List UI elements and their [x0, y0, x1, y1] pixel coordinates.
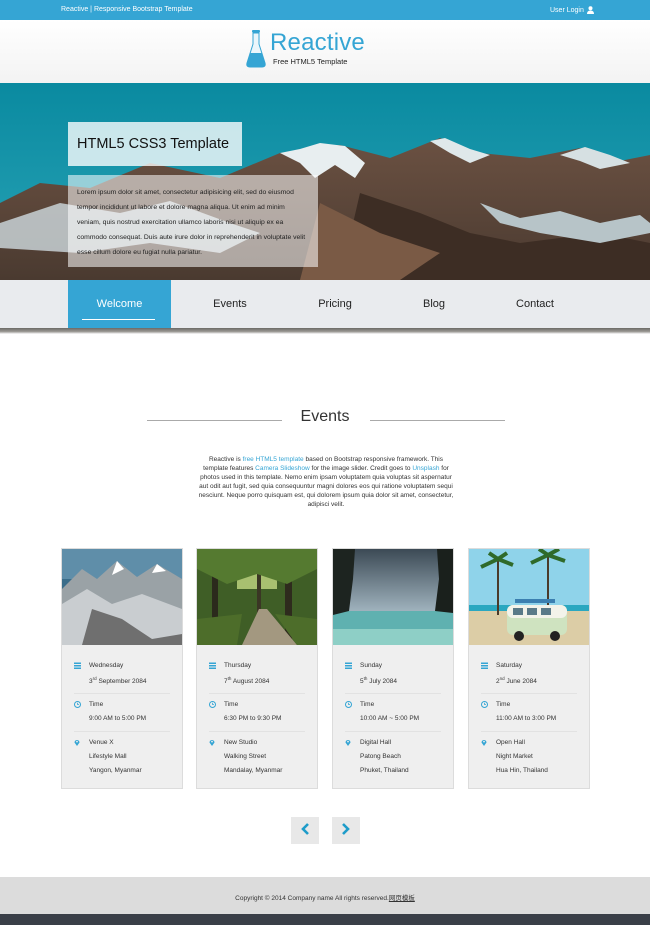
clock-icon: [345, 701, 352, 710]
date-month-year: September 2084: [96, 678, 147, 685]
sea-cliffs-photo: [333, 549, 453, 645]
footer-link[interactable]: 网页模板: [389, 895, 415, 902]
hero-title-box: HTML5 CSS3 Template: [68, 122, 242, 166]
divider: [481, 693, 577, 694]
events-description: Reactive is free HTML5 template based on…: [196, 455, 456, 510]
forest-path-photo: [197, 549, 317, 645]
hero-text: Lorem ipsum dolor sit amet, consectetur …: [68, 175, 318, 267]
calendar-icon: [345, 662, 352, 671]
event-day: Wednesday: [89, 662, 124, 669]
place: Night Market: [496, 753, 533, 760]
venue: Digital Hall: [360, 739, 392, 746]
event-card: Thursday 7th August 2084 Time 6:30 PM to…: [196, 548, 318, 789]
clock-icon: [481, 701, 488, 710]
calendar-icon: [209, 662, 216, 671]
time-value: 6:30 PM to 9:30 PM: [224, 715, 282, 722]
map-pin-icon: [345, 739, 351, 748]
brand-logo[interactable]: Reactive Free HTML5 Template: [246, 30, 365, 68]
divider: [74, 693, 170, 694]
place: Lifestyle Mall: [89, 753, 127, 760]
city: Phuket, Thailand: [360, 767, 409, 774]
footer: Copyright © 2014 Company name All rights…: [0, 877, 650, 914]
map-pin-icon: [481, 739, 487, 748]
event-card: Sunday 5th July 2084 Time 10:00 AM ~ 5:0…: [332, 548, 454, 789]
venue: Venue X: [89, 739, 114, 746]
bottom-bar: [0, 914, 650, 925]
chevron-left-icon: [300, 822, 310, 840]
unsplash-link[interactable]: Unsplash: [412, 465, 439, 472]
divider: [74, 731, 170, 732]
event-card: Wednesday 3rd September 2084 Time 9:00 A…: [61, 548, 183, 789]
main-nav: Welcome Events Pricing Blog Contact: [0, 280, 650, 328]
site-title: Reactive | Responsive Bootstrap Template: [61, 6, 193, 13]
time-value: 9:00 AM to 5:00 PM: [89, 715, 147, 722]
brand-name: Reactive: [270, 29, 365, 56]
time-label: Time: [224, 701, 239, 708]
date-month-year: July 2084: [367, 678, 398, 685]
event-full-date: 5th July 2084: [360, 676, 397, 685]
divider: [209, 693, 305, 694]
event-day: Thursday: [224, 662, 252, 669]
copyright-text: Copyright © 2014 Company name All rights…: [235, 895, 389, 902]
nav-welcome[interactable]: Welcome: [68, 280, 171, 328]
event-day: Saturday: [496, 662, 523, 669]
nav-blog[interactable]: Blog: [394, 280, 474, 328]
desc-text: for the image slider. Credit goes to: [309, 465, 413, 473]
event-card: Saturday 2nd June 2084 Time 11:00 AM to …: [468, 548, 590, 789]
time-value: 10:00 AM ~ 5:00 PM: [360, 715, 420, 722]
calendar-icon: [74, 662, 81, 671]
site-header: Reactive Free HTML5 Template: [0, 20, 650, 83]
date-month-year: August 2084: [231, 678, 270, 685]
nav-events[interactable]: Events: [190, 280, 270, 328]
events-heading: Events: [300, 408, 350, 425]
venue: Open Hall: [496, 739, 525, 746]
heading-line-right: [370, 420, 505, 421]
city: Mandalay, Myanmar: [224, 767, 283, 774]
time-value: 11:00 AM to 3:00 PM: [496, 715, 557, 722]
hero-title: HTML5 CSS3 Template: [77, 136, 230, 152]
city: Yangon, Myanmar: [89, 767, 142, 774]
clock-icon: [74, 701, 81, 710]
time-label: Time: [89, 701, 104, 708]
map-pin-icon: [74, 739, 80, 748]
date-month-year: June 2084: [504, 678, 537, 685]
event-full-date: 7th August 2084: [224, 676, 269, 685]
city: Hua Hin, Thailand: [496, 767, 548, 774]
desc-text: Reactive is: [208, 456, 243, 463]
next-button[interactable]: [332, 817, 360, 844]
divider: [481, 731, 577, 732]
user-icon: [586, 6, 594, 14]
free-template-link[interactable]: free HTML5 template: [243, 456, 304, 463]
top-bar: Reactive | Responsive Bootstrap Template…: [0, 0, 650, 20]
nav-pricing[interactable]: Pricing: [295, 280, 375, 328]
nav-divider: [0, 328, 650, 334]
calendar-icon: [481, 662, 488, 671]
time-label: Time: [360, 701, 375, 708]
snowy-mountain-photo: [62, 549, 182, 645]
map-pin-icon: [209, 739, 215, 748]
event-full-date: 3rd September 2084: [89, 676, 147, 685]
brand-tagline: Free HTML5 Template: [273, 57, 348, 66]
venue: New Studio: [224, 739, 258, 746]
user-login-link[interactable]: User Login: [550, 6, 594, 14]
place: Walking Street: [224, 753, 267, 760]
event-full-date: 2nd June 2084: [496, 676, 537, 685]
hero-slider: HTML5 CSS3 Template Lorem ipsum dolor si…: [0, 83, 650, 280]
place: Patong Beach: [360, 753, 401, 760]
beach-van-photo: [469, 549, 589, 645]
divider: [345, 693, 441, 694]
chevron-right-icon: [341, 822, 351, 840]
nav-contact[interactable]: Contact: [495, 280, 575, 328]
camera-slideshow-link[interactable]: Camera Slideshow: [255, 465, 310, 472]
prev-button[interactable]: [291, 817, 319, 844]
user-login-label[interactable]: User Login: [550, 7, 584, 14]
divider: [209, 731, 305, 732]
time-label: Time: [496, 701, 511, 708]
event-day: Sunday: [360, 662, 383, 669]
clock-icon: [209, 701, 216, 710]
flask-icon: [246, 30, 266, 68]
copyright: Copyright © 2014 Company name All rights…: [0, 892, 650, 902]
divider: [345, 731, 441, 732]
